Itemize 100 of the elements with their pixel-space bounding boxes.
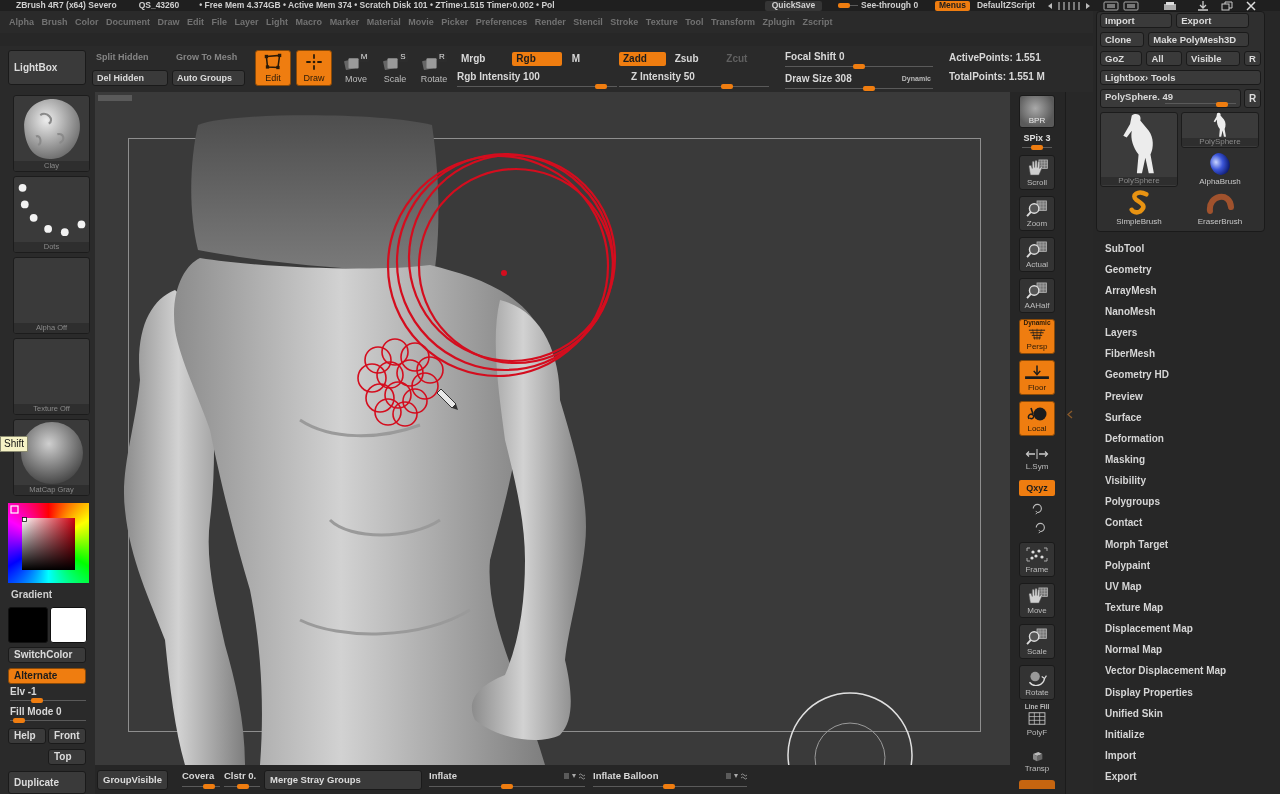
palette-section[interactable]: Deformation xyxy=(1093,428,1280,450)
slider-thumb[interactable] xyxy=(1031,145,1043,150)
tool-action-button[interactable]: Visible xyxy=(1186,51,1240,66)
color-swatch[interactable] xyxy=(8,607,48,643)
slider-options-icon[interactable] xyxy=(725,771,747,780)
view-button[interactable]: Help xyxy=(8,728,46,744)
frame-button[interactable]: Frame xyxy=(1019,542,1055,577)
tool-thumbnail[interactable]: PolySphere xyxy=(1100,112,1178,187)
canvas-scroll-handle[interactable] xyxy=(98,95,132,101)
palette-section[interactable]: UV Map xyxy=(1093,576,1280,598)
slider-thumb[interactable] xyxy=(838,3,851,8)
zscript-button[interactable]: DefaultZScript xyxy=(972,0,1039,11)
tray-icon[interactable] xyxy=(1163,0,1177,11)
group-visible-button[interactable]: GroupVisible xyxy=(97,769,168,790)
palette-section[interactable]: Preview xyxy=(1093,386,1280,408)
palette-section[interactable]: Normal Map xyxy=(1093,639,1280,661)
palette-section[interactable]: Geometry xyxy=(1093,259,1280,281)
palette-section[interactable]: Masking xyxy=(1093,449,1280,471)
tool-action-button[interactable]: R xyxy=(1244,51,1261,66)
tool-action-button[interactable]: Clone xyxy=(1100,32,1145,47)
current-tool-slider[interactable]: PolySphere. 49 xyxy=(1100,89,1241,108)
color-picker[interactable] xyxy=(8,503,89,583)
brush-thumbnail[interactable]: SimpleBrush xyxy=(1100,189,1178,227)
palette-section[interactable]: Surface xyxy=(1093,407,1280,429)
slider-thumb[interactable] xyxy=(237,784,250,789)
mesh-action-button[interactable]: Del Hidden xyxy=(92,70,168,86)
view-button[interactable]: Front xyxy=(48,728,86,744)
tool-action-button[interactable]: Make PolyMesh3D xyxy=(1148,32,1249,47)
palette-section[interactable]: Import xyxy=(1093,745,1280,767)
merge-stray-groups-button[interactable]: Merge Stray Groups xyxy=(264,769,422,790)
slider-track[interactable] xyxy=(10,718,86,723)
transparency-button[interactable]: Transp xyxy=(1019,744,1055,774)
palette-section[interactable]: Contact xyxy=(1093,512,1280,534)
brush-thumbnail[interactable]: AlphaBrush xyxy=(1181,150,1259,187)
slider-thumb[interactable] xyxy=(501,784,513,789)
slider-thumb[interactable] xyxy=(202,784,215,789)
edit-mode-button[interactable]: Edit xyxy=(255,50,291,86)
scroll-arrows-icon[interactable] xyxy=(1047,0,1091,11)
actual-size-button[interactable]: Actual xyxy=(1019,237,1055,272)
floor-button[interactable]: Floor xyxy=(1019,360,1055,395)
rotate-button[interactable]: Rotate xyxy=(1019,665,1055,700)
palette-section[interactable]: ArrayMesh xyxy=(1093,280,1280,302)
palette-section[interactable]: Initialize xyxy=(1093,724,1280,746)
palette-section[interactable]: NanoMesh xyxy=(1093,301,1280,323)
bpr-render-button[interactable]: BPR xyxy=(1019,95,1055,128)
navigation-gizmo[interactable] xyxy=(787,692,913,765)
color-mode-toggle[interactable]: M xyxy=(567,52,617,66)
brush-thumbnail[interactable]: EraserBrush xyxy=(1181,189,1259,227)
palette-section[interactable]: Display Properties xyxy=(1093,681,1280,704)
qxyz-toggle[interactable]: Qxyz xyxy=(1019,480,1055,496)
zoom-button[interactable]: Zoom xyxy=(1019,196,1055,231)
draw-mode-button[interactable]: Draw xyxy=(296,50,332,86)
clipped-shelf-button[interactable] xyxy=(1019,780,1055,789)
palette-section[interactable]: Polygroups xyxy=(1093,491,1280,513)
slider-thumb[interactable] xyxy=(662,784,675,789)
rotate-axis-button[interactable] xyxy=(1030,502,1043,515)
move-button[interactable]: Move xyxy=(1019,583,1055,618)
slider-thumb[interactable] xyxy=(12,718,25,723)
alternate-toggle[interactable]: Alternate xyxy=(8,668,86,684)
palette-section[interactable]: Unified Skin xyxy=(1093,703,1280,725)
tool-action-button[interactable]: Lightbox› Tools xyxy=(1100,70,1261,85)
color-mode-toggle[interactable]: Mrgb xyxy=(457,52,507,66)
palette-section[interactable]: Export xyxy=(1093,766,1280,788)
palette-section[interactable]: Visibility xyxy=(1093,470,1280,492)
rotate-axis-button[interactable] xyxy=(1033,521,1046,534)
slider-thumb[interactable] xyxy=(853,64,865,69)
palette-section[interactable]: Morph Target xyxy=(1093,533,1280,556)
scroll-button[interactable]: Scroll xyxy=(1019,155,1055,190)
palette-section[interactable]: Displacement Map xyxy=(1093,618,1280,640)
reset-button[interactable]: R xyxy=(1244,89,1261,108)
tool-action-button[interactable]: Import xyxy=(1100,13,1173,28)
slider-thumb[interactable] xyxy=(31,698,44,703)
tool-action-button[interactable]: Export xyxy=(1176,13,1249,28)
slider-thumb[interactable] xyxy=(594,84,607,89)
restore-icon[interactable] xyxy=(1221,0,1233,11)
duplicate-button[interactable]: Duplicate xyxy=(8,771,86,794)
slider-thumb[interactable] xyxy=(721,84,734,89)
aahalf-button[interactable]: AAHalf xyxy=(1019,278,1055,313)
palette-section[interactable]: FiberMesh xyxy=(1093,343,1280,365)
view-button[interactable]: Top xyxy=(48,749,86,765)
palette-section[interactable]: Polypaint xyxy=(1093,555,1280,577)
slider-thumb[interactable] xyxy=(1215,101,1228,107)
sculpt-mode-tab[interactable]: Zadd xyxy=(619,52,666,66)
lightbox-button[interactable]: LightBox xyxy=(8,50,86,85)
palette-section[interactable]: Texture Map xyxy=(1093,597,1280,619)
layout-icon[interactable] xyxy=(1103,0,1139,11)
palette-section[interactable]: Layers xyxy=(1093,322,1280,344)
scale-mode-button[interactable]: S Scale xyxy=(380,50,410,86)
move-mode-button[interactable]: M Move xyxy=(341,50,371,86)
slider-thumb[interactable] xyxy=(862,86,875,91)
palette-section[interactable]: Geometry HD xyxy=(1093,364,1280,386)
palette-section[interactable]: Vector Displacement Map xyxy=(1093,660,1280,682)
close-icon[interactable] xyxy=(1245,0,1257,11)
switch-color-button[interactable]: SwitchColor xyxy=(8,647,86,663)
slider-track[interactable] xyxy=(838,3,858,8)
menus-toggle[interactable]: Menus xyxy=(935,0,970,11)
rotate-mode-button[interactable]: R Rotate xyxy=(419,50,449,86)
tool-action-button[interactable]: GoZ xyxy=(1100,51,1143,66)
color-mode-toggle[interactable]: Rgb xyxy=(512,52,562,66)
quicksave-button[interactable]: QuickSave xyxy=(765,0,822,11)
